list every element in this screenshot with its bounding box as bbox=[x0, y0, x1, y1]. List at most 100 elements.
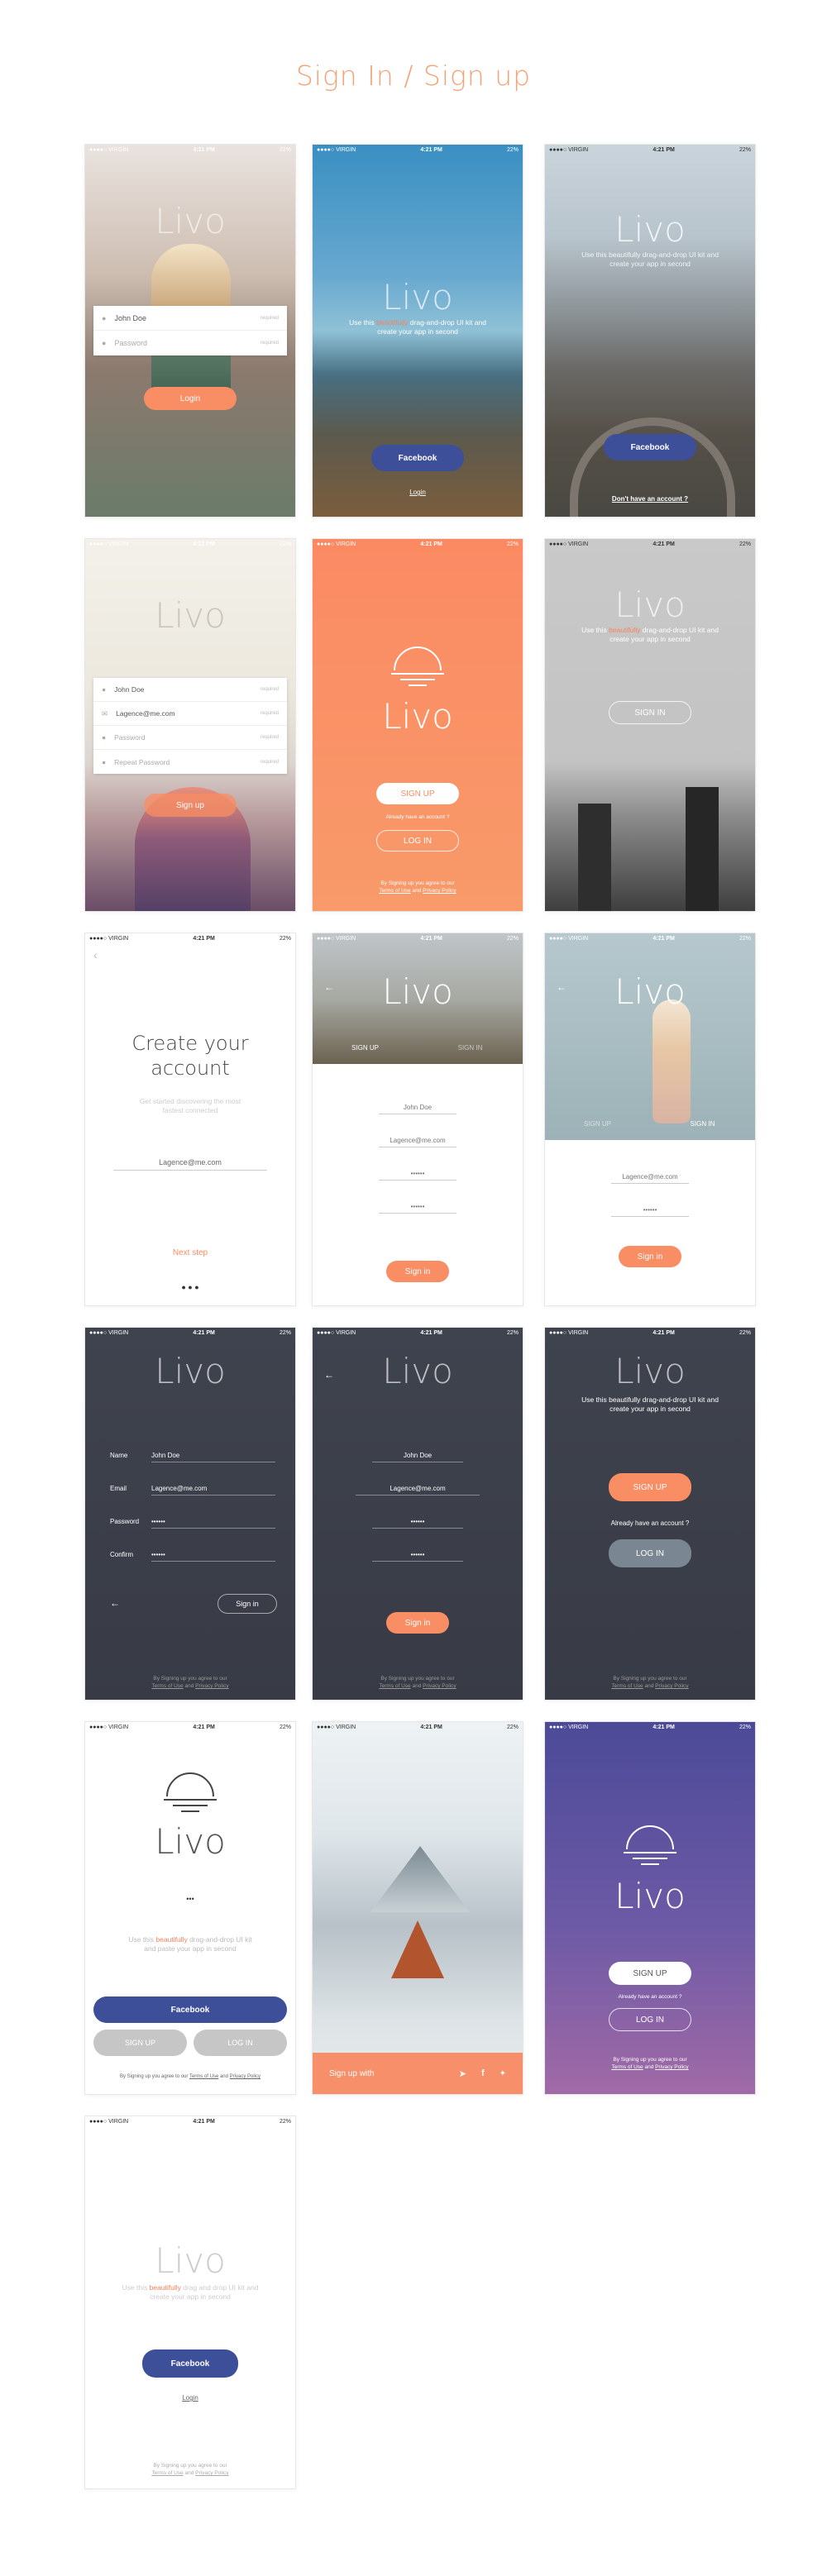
signin-button[interactable]: Sign in bbox=[386, 1612, 449, 1634]
tagline: Use this beautifully drag-and-drop UI ki… bbox=[128, 1935, 252, 1953]
terms-link[interactable]: Terms of Use bbox=[151, 1683, 183, 1689]
livo-logo: Livo bbox=[155, 595, 226, 636]
facebook-button[interactable]: Facebook bbox=[142, 2349, 238, 2378]
livo-logo: Livo bbox=[614, 971, 686, 1012]
terms-link[interactable]: Terms of Use bbox=[379, 888, 410, 894]
status-bar: ●●●●○ VIRGIN 4:21 PM 22% bbox=[89, 1724, 291, 1730]
login-button[interactable]: LOG IN bbox=[609, 2008, 691, 2031]
signin-button[interactable]: Sign in bbox=[386, 1261, 449, 1282]
signup-button[interactable]: Sign up bbox=[144, 794, 237, 817]
login-link[interactable]: Login bbox=[85, 2394, 295, 2402]
sunset-logo-icon bbox=[161, 1768, 219, 1818]
facebook-button[interactable]: Facebook bbox=[604, 434, 696, 460]
privacy-link[interactable]: Privacy Policy bbox=[195, 1683, 228, 1689]
name-field[interactable]: John Doe bbox=[379, 1104, 457, 1114]
livo-logo: Livo bbox=[614, 1351, 686, 1391]
privacy-link[interactable]: Privacy Policy bbox=[230, 2074, 261, 2079]
terms-link[interactable]: Terms of Use bbox=[151, 2470, 183, 2476]
privacy-link[interactable]: Privacy Policy bbox=[195, 2470, 228, 2476]
email-field[interactable]: Lagence@me.com bbox=[113, 1158, 267, 1171]
signin-button[interactable]: Sign in bbox=[218, 1594, 277, 1614]
privacy-link[interactable]: Privacy Policy bbox=[423, 1683, 456, 1689]
signup-link[interactable]: Don't have an account ? bbox=[545, 495, 755, 503]
confirm-field[interactable]: •••••• bbox=[151, 1551, 275, 1562]
screen-dark-signup: ●●●●○ VIRGIN 4:21 PM 22% ← Livo John Doe L… bbox=[313, 1328, 523, 1700]
login-button[interactable]: LOG IN bbox=[609, 1539, 691, 1567]
screen-bridge-signin: ●●●●○ VIRGIN 4:21 PM 22% Livo Use this bea… bbox=[545, 539, 755, 911]
status-bar: ●●●●○ VIRGIN 4:21 PM 22% bbox=[89, 541, 291, 547]
facebook-button[interactable]: Facebook bbox=[93, 1996, 287, 2023]
privacy-link[interactable]: Privacy Policy bbox=[655, 2064, 688, 2070]
tab-signup[interactable]: SIGN UP bbox=[545, 1120, 650, 1128]
password-field[interactable]: •••••• bbox=[151, 1518, 275, 1529]
twitter-icon[interactable]: ✦ bbox=[500, 2069, 506, 2078]
confirm-field[interactable]: •••••• bbox=[372, 1551, 463, 1562]
password-field[interactable]: Password bbox=[114, 339, 261, 347]
screen-facebook-mountain: ●●●●○ VIRGIN 4:21 PM 22% Livo Use this bea… bbox=[545, 145, 755, 517]
signin-button[interactable]: SIGN IN bbox=[609, 701, 691, 724]
login-button[interactable]: LOG IN bbox=[376, 830, 459, 852]
signin-button[interactable]: Sign in bbox=[619, 1246, 681, 1267]
tagline: Use this beautifully drag-and-drop UI ki… bbox=[581, 250, 719, 268]
user-icon: ● bbox=[102, 685, 107, 694]
email-field[interactable]: Lagence@me.com bbox=[151, 1485, 275, 1496]
signup-button[interactable]: SIGN UP bbox=[609, 1473, 691, 1501]
terms-link[interactable]: Terms of Use bbox=[611, 1683, 643, 1689]
terms-link[interactable]: Terms of Use bbox=[379, 1683, 410, 1689]
name-field[interactable]: John Doe bbox=[372, 1452, 463, 1462]
repeat-password-field[interactable]: Repeat Password bbox=[114, 758, 261, 766]
password-field[interactable]: •••••• bbox=[372, 1518, 463, 1529]
login-button[interactable]: LOG IN bbox=[194, 2030, 287, 2056]
email-field[interactable]: Lagence@me.com bbox=[356, 1485, 480, 1496]
login-link[interactable]: Login bbox=[313, 489, 523, 496]
status-bar: ●●●●○ VIRGIN 4:21 PM 22% bbox=[89, 146, 291, 153]
privacy-link[interactable]: Privacy Policy bbox=[655, 1683, 688, 1689]
terms-footer: By Signing up you agree to our Terms of U… bbox=[379, 880, 457, 894]
screen-white-welcome: ●●●●○ VIRGIN 4:21 PM 22% Livo ••• Use this… bbox=[85, 1722, 295, 2094]
email-field[interactable]: Lagence@me.com bbox=[379, 1137, 457, 1147]
screen-cabin-social: ●●●●○ VIRGIN 4:21 PM 22% Sign up with ➤ f … bbox=[313, 1722, 523, 2094]
livo-logo: Livo bbox=[382, 971, 453, 1012]
tab-signin[interactable]: SIGN IN bbox=[418, 1044, 523, 1052]
facebook-button[interactable]: Facebook bbox=[371, 445, 464, 471]
name-field[interactable]: John Doe bbox=[114, 314, 261, 322]
tab-signin[interactable]: SIGN IN bbox=[650, 1120, 755, 1128]
name-field[interactable]: John Doe bbox=[151, 1452, 275, 1462]
confirm-field[interactable]: •••••• bbox=[379, 1203, 457, 1214]
screen-signup-tabs-rock: ●●●●○ VIRGIN 4:21 PM 22% ← Livo SIGN UP SI… bbox=[313, 933, 523, 1305]
livo-logo: Livo bbox=[155, 1821, 226, 1862]
livo-logo: Livo bbox=[614, 209, 686, 250]
signup-button[interactable]: SIGN UP bbox=[609, 1962, 691, 1985]
arrow-left-icon[interactable]: ← bbox=[110, 1597, 120, 1609]
signup-button[interactable]: SIGN UP bbox=[93, 2030, 187, 2056]
password-field[interactable]: •••••• bbox=[379, 1170, 457, 1181]
login-button[interactable]: Login bbox=[144, 387, 237, 410]
already-account-text: Already have an account ? bbox=[610, 1519, 690, 1527]
terms-link[interactable]: Terms of Use bbox=[189, 2074, 218, 2079]
livo-logo: Livo bbox=[614, 584, 686, 625]
create-account-title: Create your account bbox=[131, 1032, 249, 1080]
status-bar: ●●●●○ VIRGIN 4:21 PM 22% bbox=[317, 1329, 519, 1336]
next-step-link[interactable]: Next step bbox=[85, 1249, 295, 1257]
email-field[interactable]: Lagence@me.com bbox=[116, 709, 261, 718]
facebook-icon[interactable]: f bbox=[481, 2068, 485, 2078]
screen-purple-welcome: ●●●●○ VIRGIN 4:21 PM 22% Livo SIGN UP Alre… bbox=[545, 1722, 755, 2094]
already-account-text: Already have an account ? bbox=[385, 814, 450, 820]
tab-signup[interactable]: SIGN UP bbox=[313, 1044, 418, 1052]
privacy-link[interactable]: Privacy Policy bbox=[423, 888, 456, 894]
lock-icon: ● bbox=[102, 757, 107, 766]
terms-link[interactable]: Terms of Use bbox=[611, 2064, 643, 2070]
lock-icon: ● bbox=[102, 733, 107, 742]
paper-plane-icon[interactable]: ➤ bbox=[459, 2068, 466, 2079]
password-field[interactable]: Password bbox=[114, 733, 261, 742]
signup-button[interactable]: SIGN UP bbox=[376, 783, 459, 804]
arrow-left-icon[interactable]: ‹ bbox=[93, 948, 98, 961]
status-bar: ●●●●○ VIRGIN 4:21 PM 22% bbox=[317, 146, 519, 153]
terms-footer: By Signing up you agree to our Terms of U… bbox=[151, 2463, 229, 2476]
name-field[interactable]: John Doe bbox=[114, 685, 261, 694]
password-field[interactable]: •••••• bbox=[611, 1206, 689, 1217]
email-field[interactable]: Lagence@me.com bbox=[611, 1173, 689, 1184]
user-icon: ● bbox=[102, 313, 107, 322]
status-bar: ●●●●○ VIRGIN 4:21 PM 22% bbox=[549, 541, 751, 547]
status-bar: ●●●●○ VIRGIN 4:21 PM 22% bbox=[549, 935, 751, 942]
